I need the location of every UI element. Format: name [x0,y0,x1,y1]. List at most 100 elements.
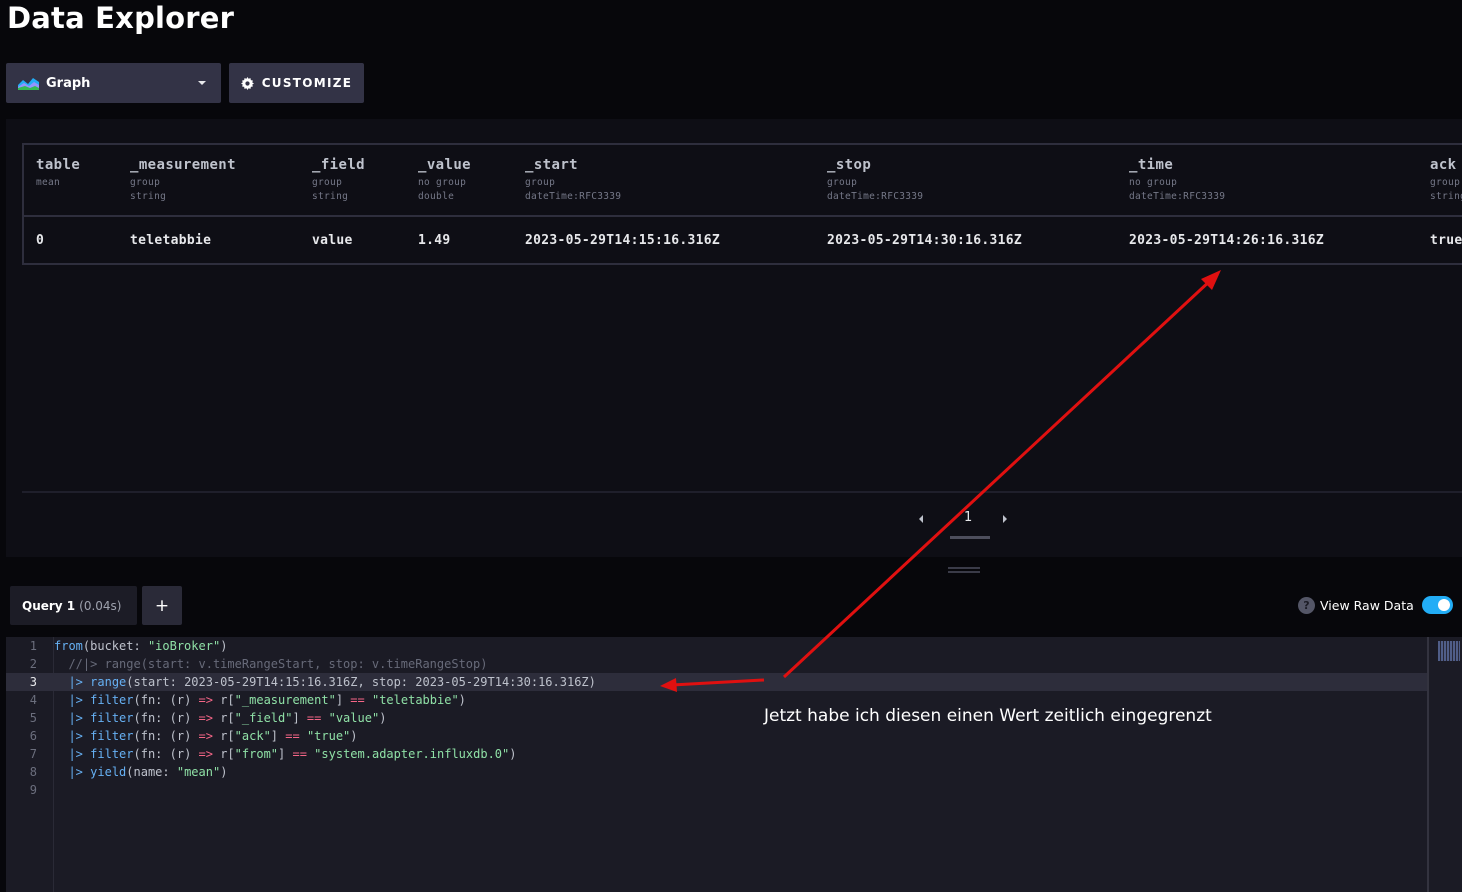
column-name: _value [418,157,471,173]
table-cell: 2023-05-29T14:26:16.316Z [1129,233,1325,248]
tab-query-1[interactable]: Query 1 (0.04s) [10,586,137,625]
code-token: ) [220,765,228,779]
column-header-table[interactable]: table mean [36,157,80,190]
code-token: |> [68,711,83,725]
code-token: "from" [234,747,279,761]
code-line[interactable]: 8 |> yield(name: "mean") [6,763,1427,781]
column-group: no group [1129,177,1178,188]
code-token: "_measurement" [234,693,336,707]
code-line[interactable]: 6 |> filter(fn: (r) => r["ack"] == "true… [6,727,1427,745]
code-token: ] [278,747,293,761]
table-cell: 0 [36,233,45,248]
code-token: "_field" [234,711,293,725]
chevron-right-icon[interactable] [1003,515,1007,523]
code-token: filter [90,711,134,725]
table-cell: true [1430,233,1462,248]
column-type: string [130,191,167,202]
code-line[interactable]: 7 |> filter(fn: (r) => r["from"] == "sys… [6,745,1427,763]
code-line[interactable]: 5 |> filter(fn: (r) => r["_field"] == "v… [6,709,1427,727]
table-cell: 2023-05-29T14:15:16.316Z [525,233,721,248]
column-header-time[interactable]: _time no group dateTime:RFC3339 [1129,157,1225,204]
code-token: filter [90,693,134,707]
code-token: == [285,729,300,743]
page-number[interactable]: 1 [964,510,972,525]
code-text: |> yield(name: "mean") [54,765,227,779]
column-header-measurement[interactable]: _measurement group string [130,157,236,204]
table-cell: teletabbie [130,233,212,248]
code-token: ) [379,711,387,725]
code-text: from(bucket: "ioBroker") [54,639,227,653]
code-token: r[ [212,747,235,761]
column-header-stop[interactable]: _stop group dateTime:RFC3339 [827,157,923,204]
annotation-text: Jetzt habe ich diesen einen Wert zeitlic… [764,706,1212,726]
column-group: no group [418,177,467,188]
code-token: == [292,747,307,761]
code-token: "mean" [176,765,221,779]
column-group: group [525,177,556,188]
code-token: "ioBroker" [147,639,221,653]
flux-script-editor[interactable]: 1 from(bucket: "ioBroker") 2 //|> range(… [6,637,1462,892]
code-token: == [306,711,322,725]
column-header-value[interactable]: _value no group double [418,157,471,204]
code-comment: //|> range(start: v.timeRangeStart, stop… [68,657,488,671]
column-type: string [312,191,349,202]
code-token: (fn: (r) [133,711,199,725]
code-line-active[interactable]: 3 |> range(start: 2023-05-29T14:15:16.31… [6,673,1427,691]
code-token: ] [270,729,286,743]
add-query-button[interactable]: + [142,586,182,625]
code-token: "true" [306,729,351,743]
code-token: filter [90,747,134,761]
code-token: "system.adapter.influxdb.0" [314,747,510,761]
column-header-ack[interactable]: ack group string [1430,157,1462,204]
line-number: 8 [29,765,37,779]
toggle-knob [1437,599,1450,611]
code-line[interactable]: 1 from(bucket: "ioBroker") [6,637,1427,655]
table-divider [22,491,1462,493]
page-title: Data Explorer [7,1,235,35]
column-type: dateTime:RFC3339 [525,191,622,202]
panel-resize-handle[interactable] [948,567,980,573]
code-line[interactable]: 2 //|> range(start: v.timeRangeStart, st… [6,655,1427,673]
code-token: "teletabbie" [371,693,459,707]
code-token: (fn: (r) [133,729,199,743]
query-tab-time: (0.04s) [79,598,122,613]
editor-minimap[interactable] [1438,641,1460,661]
column-group: group [130,177,161,188]
column-name: ack [1430,157,1457,173]
column-name: _time [1129,157,1174,173]
code-text: |> filter(fn: (r) => r["_field"] == "val… [54,711,386,725]
editor-scrollbar-track[interactable] [1427,637,1429,892]
table-cell: 2023-05-29T14:30:16.316Z [827,233,1023,248]
code-token: yield [90,765,127,779]
pagination: 1 [914,508,1024,542]
column-type: double [418,191,455,202]
line-number: 6 [29,729,37,743]
chevron-left-icon[interactable] [919,515,923,523]
result-table: table mean _measurement group string _fi… [22,143,1462,265]
line-number: 4 [29,693,37,707]
column-header-start[interactable]: _start group dateTime:RFC3339 [525,157,621,204]
table-header-row: table mean _measurement group string _fi… [24,145,1462,217]
column-group: group [1430,177,1461,188]
code-token: ] [335,693,351,707]
code-token: |> [68,693,83,707]
code-token: |> [68,747,83,761]
customize-button[interactable]: CUSTOMIZE [229,63,364,103]
column-header-field[interactable]: _field group string [312,157,365,204]
code-token: |> [68,675,83,689]
code-text: |> filter(fn: (r) => r["_measurement"] =… [54,693,465,707]
code-token: r[ [212,693,235,707]
view-type-dropdown[interactable]: Graph [6,63,221,103]
code-token: |> [68,765,83,779]
column-name: _stop [827,157,872,173]
help-icon[interactable]: ? [1298,596,1315,614]
page-indicator [950,536,990,539]
column-group: group [827,177,858,188]
code-line[interactable]: 4 |> filter(fn: (r) => r["_measurement"]… [6,691,1427,709]
code-line[interactable]: 9 [6,781,1427,799]
view-raw-data-toggle[interactable]: ? View Raw Data [1298,594,1453,616]
chevron-down-icon [198,81,206,85]
toggle-switch[interactable] [1421,596,1453,614]
